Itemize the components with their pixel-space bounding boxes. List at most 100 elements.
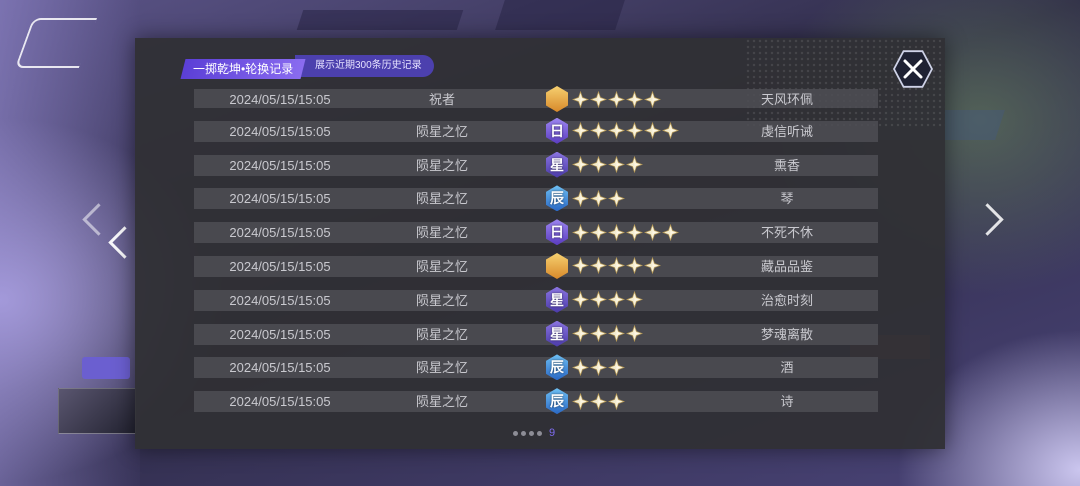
row-date: 2024/05/15/15:05 [229,157,331,173]
row-rarity: 日 [546,117,680,144]
history-row: 2024/05/15/15:05 陨星之忆 星 梦魂离散 [194,320,878,347]
star-icon [590,257,607,275]
badge-char: 星 [550,325,564,342]
row-item-name: 天风环佩 [760,92,813,107]
star-icon [608,189,625,207]
row-item-name: 治愈时刻 [760,292,813,308]
page-dot[interactable] [537,430,542,436]
star-icon [608,156,625,174]
star-icon [590,325,607,343]
row-date: 2024/05/15/15:05 [229,123,331,139]
row-rarity [546,86,662,112]
row-rarity: 辰 [546,185,626,212]
star-icon [590,223,607,241]
row-date: 2024/05/15/15:05 [229,92,331,107]
star-icon [590,122,607,140]
background-shape [495,0,625,30]
star-icon [590,90,607,108]
rarity-badge-icon [546,86,568,112]
star-icon [608,392,625,410]
background-shape [296,10,464,30]
history-list: 2024/05/15/15:05 祝者 天风环佩 2024/05/15/15:05 陨星… [194,86,878,425]
rarity-badge-icon: 辰 [546,185,568,212]
history-row: 2024/05/15/15:05 陨星之忆 星 治愈时刻 [194,286,878,313]
close-button[interactable] [893,49,933,89]
page-dot[interactable] [521,430,526,436]
row-type: 陨星之忆 [415,326,468,342]
row-rarity: 星 [546,320,644,347]
star-icon [626,325,643,343]
star-icon [608,291,625,309]
badge-char: 星 [550,156,564,173]
star-icon [572,358,589,376]
star-icon [608,90,625,108]
star-icon [572,291,589,309]
row-type: 陨星之忆 [415,123,468,139]
star-icon [644,223,661,241]
star-icon [662,122,679,140]
star-icon [626,257,643,275]
row-date: 2024/05/15/15:05 [229,360,331,376]
row-rarity: 辰 [546,388,626,415]
rotation-history-modal: 一掷乾坤•轮换记录 展示近期300条历史记录 2024/05/15/15:05 祝… [135,38,945,449]
rarity-badge-icon: 星 [546,151,568,178]
star-icon [626,156,643,174]
history-row: 2024/05/15/15:05 陨星之忆 日 不死不休 [194,219,878,246]
badge-char: 星 [550,291,564,308]
star-icon [608,257,625,275]
badge-char: 日 [550,122,564,139]
rarity-badge-icon: 星 [546,286,568,313]
rarity-badge-icon: 辰 [546,388,568,415]
star-icon [572,257,589,275]
star-icon [572,325,589,343]
character-tag [82,357,130,379]
history-row: 2024/05/15/15:05 祝者 天风环佩 [194,86,878,112]
row-item-name: 梦魂离散 [760,326,813,342]
row-item-name: 熏香 [773,157,800,173]
row-date: 2024/05/15/15:05 [229,225,331,241]
star-icon [572,189,589,207]
row-item-name: 酒 [780,360,794,376]
star-icon [572,122,589,140]
star-icon [572,156,589,174]
rarity-badge-icon: 日 [546,219,568,246]
star-icon [608,325,625,343]
star-icon [644,90,661,108]
page-dot[interactable] [529,430,534,436]
modal-title: 一掷乾坤•轮换记录 [180,59,306,79]
rarity-badge-icon: 星 [546,320,568,347]
row-rarity: 日 [546,219,680,246]
badge-char: 辰 [550,359,564,376]
history-row: 2024/05/15/15:05 陨星之忆 藏品品鉴 [194,252,878,279]
star-icon [644,122,661,140]
row-type: 陨星之忆 [415,225,468,241]
row-rarity: 辰 [546,354,626,381]
row-date: 2024/05/15/15:05 [229,292,331,308]
star-icon [662,223,679,241]
page-dot[interactable] [513,430,518,436]
rarity-badge-icon [546,252,568,279]
row-rarity: 星 [546,286,644,313]
history-row: 2024/05/15/15:05 陨星之忆 辰 诗 [194,388,878,415]
badge-char [546,86,568,112]
row-type: 陨星之忆 [415,191,468,207]
close-icon [903,59,923,79]
current-page-number: 9 [549,427,556,439]
star-icon [608,122,625,140]
row-type: 陨星之忆 [415,394,468,410]
row-rarity [546,252,662,279]
badge-char: 日 [550,224,564,241]
row-item-name: 不死不休 [760,225,813,241]
row-type: 陨星之忆 [415,292,468,308]
star-icon [590,156,607,174]
star-icon [590,291,607,309]
star-icon [626,291,643,309]
pagination: 9 [513,427,555,439]
star-icon [644,257,661,275]
row-date: 2024/05/15/15:05 [229,191,331,207]
star-icon [572,392,589,410]
star-icon [608,358,625,376]
rarity-badge-icon: 日 [546,117,568,144]
star-icon [626,122,643,140]
row-date: 2024/05/15/15:05 [229,394,331,410]
